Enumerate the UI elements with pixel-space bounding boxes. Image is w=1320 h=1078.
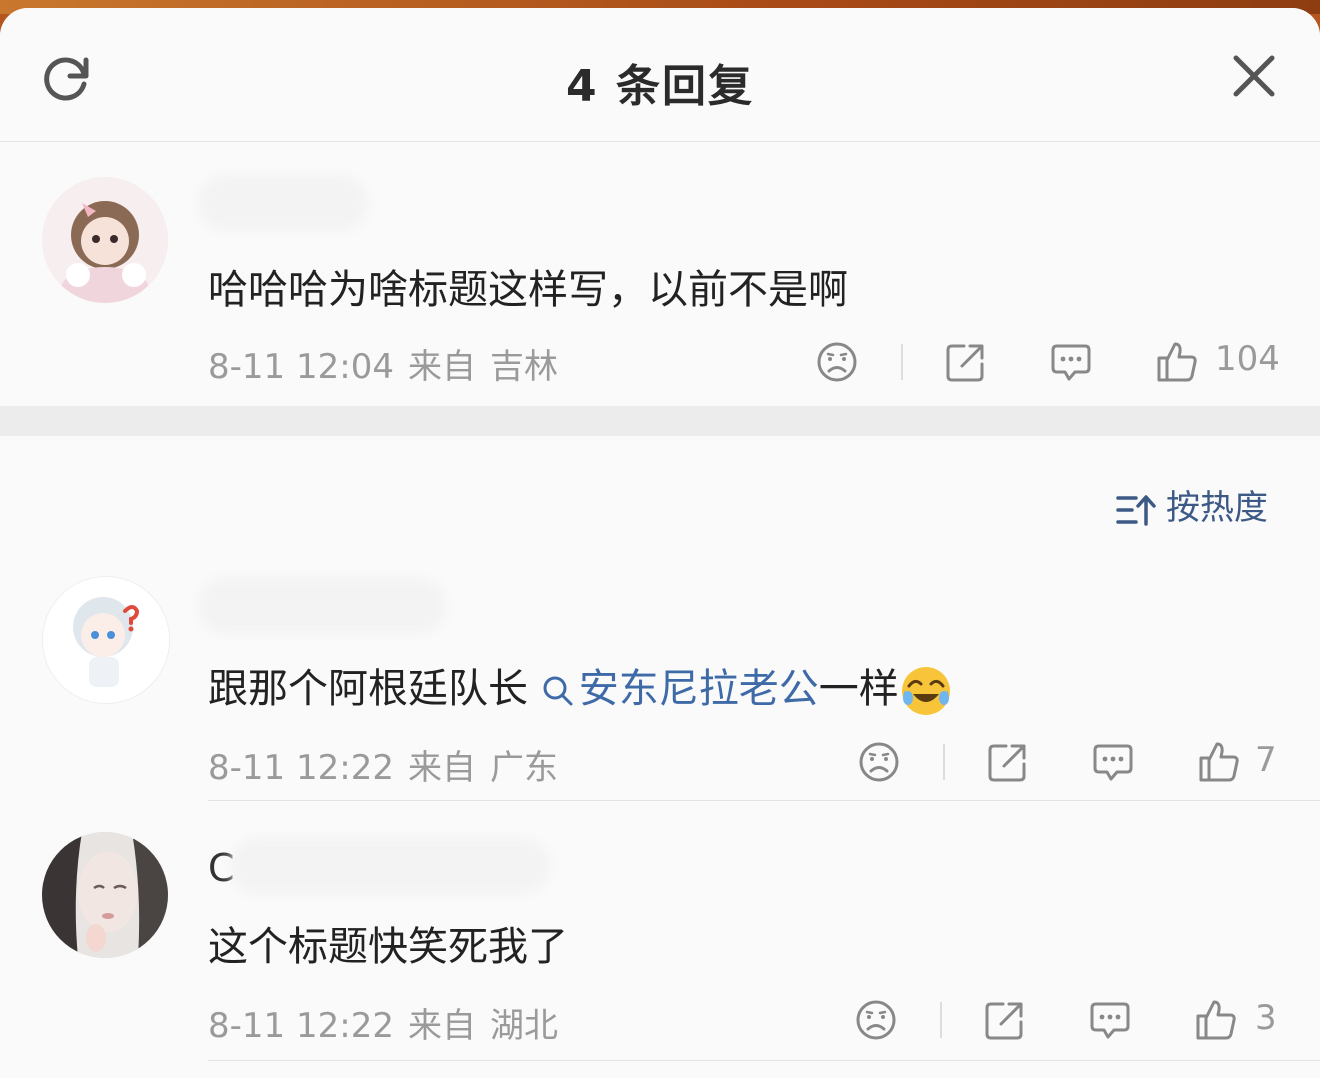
location: 湖北	[489, 1006, 558, 1046]
comment-date: 8-11 12:04	[208, 347, 394, 387]
avatar[interactable]	[42, 177, 168, 303]
dislike-icon[interactable]	[857, 740, 901, 784]
sheet-header: 4 条回复	[0, 8, 1320, 142]
reply-meta: 8-11 12:22 来自 广东	[208, 740, 558, 789]
reply-item: C 这个标题快笑死我了 8-11 12:22 来自 湖北 3	[0, 826, 1320, 1066]
share-icon[interactable]	[986, 740, 1030, 784]
main-comment: 哈哈哈为啥标题这样写，以前不是啊 8-11 12:04 来自 吉林 104	[0, 141, 1320, 406]
share-icon[interactable]	[944, 340, 988, 384]
like-icon[interactable]	[1197, 740, 1241, 784]
comment-meta: 8-11 12:04 来自 吉林	[208, 339, 558, 388]
reply-text: 这个标题快笑死我了	[208, 924, 568, 970]
share-icon[interactable]	[983, 998, 1027, 1042]
location: 广东	[489, 748, 558, 788]
reply-text: 跟那个阿根廷队长 安东尼拉老公一样	[208, 656, 953, 718]
reply-sheet: 4 条回复 哈哈哈为啥标题这样写，以前不是啊 8-11 12:04来自吉林	[0, 8, 1320, 1078]
reply-text-prefix: 跟那个阿根廷队长	[208, 666, 528, 712]
reply-icon[interactable]	[1088, 998, 1132, 1042]
dislike-icon[interactable]	[854, 998, 898, 1042]
dislike-icon[interactable]	[815, 340, 859, 384]
sort-icon	[1116, 494, 1156, 526]
action-divider	[940, 1002, 942, 1038]
reply-text-suffix: 一样	[818, 666, 899, 712]
reply-date: 8-11 12:22	[208, 748, 394, 788]
action-divider	[901, 344, 903, 380]
page-title: 4 条回复	[566, 61, 754, 112]
username-redaction	[208, 588, 436, 624]
sort-by-hot-button[interactable]: 按热度	[1116, 480, 1268, 528]
search-icon	[543, 676, 573, 706]
like-icon[interactable]	[1194, 998, 1238, 1042]
search-link-text: 安东尼拉老公	[578, 666, 819, 712]
reply-meta: 8-11 12:22 来自 湖北	[208, 998, 558, 1047]
like-icon[interactable]	[1155, 340, 1199, 384]
reply-icon[interactable]	[1091, 740, 1135, 784]
from-label: 来自	[407, 347, 476, 387]
like-count: 3	[1255, 998, 1277, 1038]
section-gap	[0, 406, 1320, 436]
from-label: 来自	[407, 748, 476, 788]
avatar[interactable]	[42, 576, 170, 704]
from-label: 来自	[407, 1006, 476, 1046]
reply-date: 8-11 12:22	[208, 1006, 394, 1046]
location: 吉林	[489, 347, 558, 387]
reply-divider	[208, 1060, 1320, 1061]
action-divider	[943, 744, 945, 780]
username-redaction	[240, 848, 540, 884]
username[interactable]: C	[208, 846, 235, 890]
reply-item: 跟那个阿根廷队长 安东尼拉老公一样 8-11 12:22 来自 广东 7	[0, 568, 1320, 808]
close-icon[interactable]	[1230, 52, 1278, 100]
search-link[interactable]: 安东尼拉老公	[541, 666, 819, 712]
laughing-crying-emoji	[901, 667, 950, 715]
sort-label: 按热度	[1166, 488, 1268, 528]
reply-icon[interactable]	[1049, 340, 1093, 384]
avatar[interactable]	[42, 832, 168, 958]
like-count: 104	[1215, 339, 1280, 379]
username-redaction	[208, 185, 358, 221]
comment-text: 哈哈哈为啥标题这样写，以前不是啊	[208, 267, 848, 313]
reply-divider	[208, 800, 1320, 801]
like-count: 7	[1255, 740, 1277, 780]
